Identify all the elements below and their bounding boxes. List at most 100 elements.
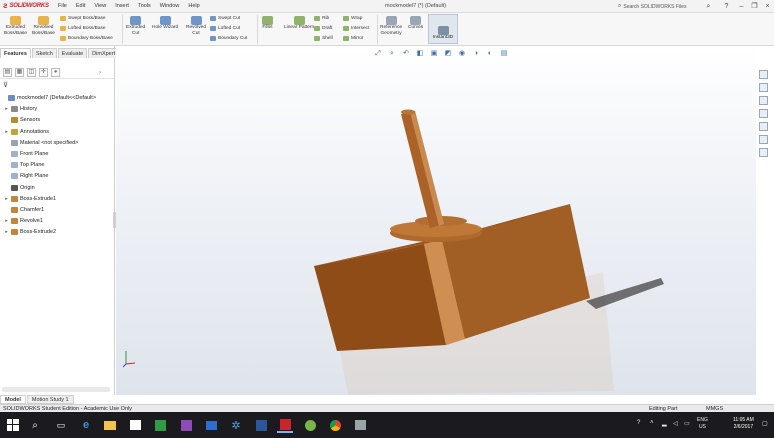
network-icon[interactable]: ▂ [662, 420, 667, 427]
tree-item[interactable]: mockmodel7 (Default<<Default> [0, 93, 96, 103]
menu-tools[interactable]: Tools [138, 3, 151, 9]
edit-appearance-icon[interactable]: ◑ [472, 50, 480, 58]
expand-arrow-icon[interactable]: ▸ [4, 229, 9, 235]
mirror-button[interactable]: Mirror [343, 36, 364, 41]
tab-dimxpert[interactable]: DimXpert [88, 48, 120, 58]
display-style-icon[interactable]: ◩ [444, 50, 452, 58]
tree-item[interactable]: Chamfer1 [0, 205, 44, 215]
tree-item[interactable]: ▸ Boss-Extrude1 [0, 194, 56, 204]
task-view-icon[interactable]: ▭ [53, 417, 69, 433]
settings-gear-icon[interactable]: ✲ [228, 417, 244, 433]
swept-cut-button[interactable]: Swept Cut [210, 16, 240, 21]
dimxpert-manager-icon[interactable]: ✛ [39, 68, 48, 77]
tree-item[interactable]: Top Plane [0, 160, 44, 170]
section-view-icon[interactable]: ◧ [416, 50, 424, 58]
tree-item[interactable]: ▸ Revolve1 [0, 216, 43, 226]
view-orientation-icon[interactable]: ▣ [430, 50, 438, 58]
filter-icon[interactable]: ⊽ [3, 81, 8, 89]
notification-icon[interactable]: ▢ [762, 420, 768, 427]
restore-icon[interactable]: ❐ [750, 2, 759, 11]
tree-item[interactable]: ▸ History [0, 104, 37, 114]
tree-item[interactable]: ▸ Boss-Extrude2 [0, 227, 56, 237]
green-app-icon[interactable] [302, 417, 318, 433]
help-tray-icon[interactable]: ? [637, 420, 640, 426]
property-manager-icon[interactable]: ▦ [15, 68, 24, 77]
tree-item[interactable]: ▸ Annotations [0, 127, 49, 137]
tree-item[interactable]: Sensors [0, 115, 40, 125]
menu-edit[interactable]: Edit [76, 3, 85, 9]
configuration-manager-icon[interactable]: ◫ [27, 68, 36, 77]
search-button-icon[interactable]: ⌕ [704, 2, 713, 11]
hole-wizard-button[interactable]: Hole Wizard [152, 16, 178, 31]
swept-boss-button[interactable]: Swept Boss/Base [60, 16, 106, 21]
zoom-fit-icon[interactable]: ⤢ [374, 50, 382, 58]
hide-show-icon[interactable]: ◉ [458, 50, 466, 58]
revolved-boss-button[interactable]: Revolved Boss/Base [32, 16, 55, 36]
display-manager-icon[interactable]: ◕ [51, 68, 60, 77]
expand-arrow-icon[interactable]: ▸ [4, 129, 9, 135]
shell-button[interactable]: Shell [314, 36, 333, 41]
store-icon[interactable] [127, 417, 143, 433]
revolved-cut-button[interactable]: Revolved Cut [186, 16, 206, 36]
expand-arrow-icon[interactable]: ▸ [4, 218, 9, 224]
menu-help[interactable]: Help [188, 3, 199, 9]
tree-item[interactable]: Right Plane [0, 171, 48, 181]
checkmark-app-icon[interactable] [152, 417, 168, 433]
forum-icon[interactable] [758, 148, 768, 157]
zoom-area-icon[interactable]: ⌕ [388, 50, 396, 58]
expand-arrow-icon[interactable]: ▸ [4, 106, 9, 112]
reference-geometry-button[interactable]: Reference Geometry [380, 16, 402, 36]
clock[interactable]: 11:05 AM 2/6/2017 [733, 417, 754, 431]
tab-model[interactable]: Model [0, 395, 26, 404]
previous-view-icon[interactable]: ↶ [402, 50, 410, 58]
menu-insert[interactable]: Insert [115, 3, 129, 9]
graphics-area[interactable] [116, 46, 756, 395]
panel-scrollbar[interactable] [2, 387, 110, 392]
boundary-cut-button[interactable]: Boundary Cut [210, 36, 247, 41]
rib-button[interactable]: Rib [314, 16, 329, 21]
tab-evaluate[interactable]: Evaluate [57, 48, 88, 58]
home-icon[interactable] [758, 70, 768, 79]
extruded-cut-button[interactable]: Extruded Cut [126, 16, 145, 36]
word-icon[interactable] [253, 417, 269, 433]
apply-scene-icon[interactable]: ◐ [486, 50, 494, 58]
wrap-button[interactable]: Wrap [343, 16, 362, 21]
menu-window[interactable]: Window [160, 3, 180, 9]
help-icon[interactable]: ? [722, 2, 731, 11]
visual-studio-icon[interactable] [178, 417, 194, 433]
fillet-button[interactable]: Fillet [262, 16, 273, 31]
lofted-boss-button[interactable]: Lofted Boss/Base [60, 26, 106, 31]
extruded-boss-button[interactable]: Extruded Boss/Base [4, 16, 27, 36]
battery-icon[interactable]: ▭ [684, 420, 690, 427]
search-input[interactable]: ⌕ Search SOLIDWORKS Files [618, 2, 698, 11]
expand-arrow-icon[interactable]: › [99, 70, 101, 76]
windows-start-icon[interactable] [5, 417, 21, 433]
expand-arrow-icon[interactable]: ▸ [4, 196, 9, 202]
linear-pattern-button[interactable]: Linear Pattern [284, 16, 314, 31]
view-settings-icon[interactable]: ▤ [500, 50, 508, 58]
boundary-boss-button[interactable]: Boundary Boss/Base [60, 36, 113, 41]
intersect-button[interactable]: Intersect [343, 26, 369, 31]
tab-sketch[interactable]: Sketch [31, 48, 57, 58]
feature-manager-icon[interactable]: ▤ [3, 68, 12, 77]
mail-icon[interactable] [203, 417, 219, 433]
language-indicator[interactable]: ENG US [697, 417, 708, 431]
lofted-cut-button[interactable]: Lofted Cut [210, 26, 240, 31]
tree-item[interactable]: Origin [0, 183, 35, 193]
minimize-icon[interactable]: – [737, 2, 746, 11]
app-launcher-icon[interactable] [352, 417, 368, 433]
edge-icon[interactable]: e [78, 417, 94, 433]
file-explorer-taskbar-icon[interactable] [102, 417, 118, 433]
custom-properties-icon[interactable] [758, 135, 768, 144]
appearances-icon[interactable] [758, 122, 768, 131]
volume-icon[interactable]: ◁ [673, 420, 678, 427]
tab-motion-study[interactable]: Motion Study 1 [26, 395, 74, 404]
tab-features[interactable]: Features [0, 48, 31, 58]
search-taskbar-icon[interactable]: ⌕ [27, 417, 43, 433]
menu-view[interactable]: View [94, 3, 106, 9]
tree-item[interactable]: Material <not specified> [0, 138, 78, 148]
curves-button[interactable]: Curves [408, 16, 423, 31]
tray-overflow-icon[interactable]: ˄ [650, 420, 654, 426]
menu-file[interactable]: File [58, 3, 67, 9]
close-icon[interactable]: × [763, 2, 772, 11]
